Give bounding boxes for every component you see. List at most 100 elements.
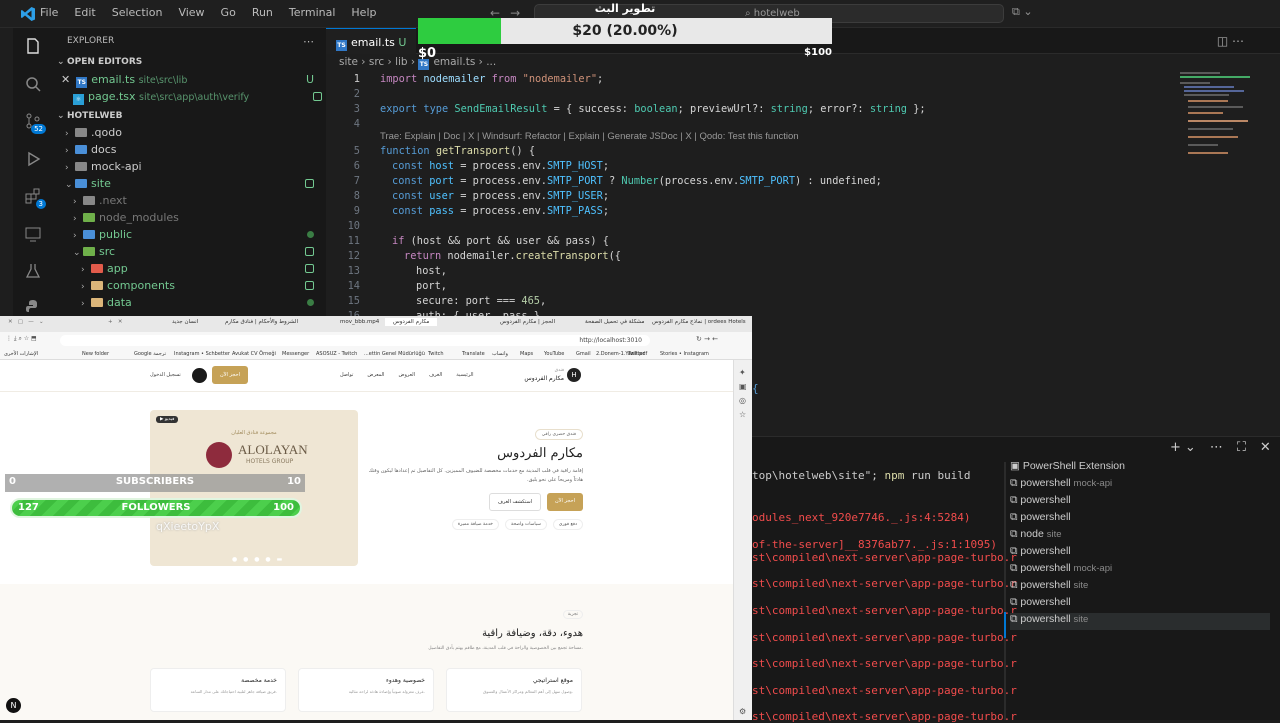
terminal-more-icon[interactable]: ⋯	[1210, 440, 1223, 455]
menu-edit[interactable]: Edit	[74, 6, 95, 19]
tree-item-node-modules[interactable]: › node_modules	[73, 209, 346, 226]
tree-item-data[interactable]: › data	[81, 294, 326, 311]
menu-help[interactable]: Help	[351, 6, 376, 19]
menu-run[interactable]: Run	[252, 6, 273, 19]
theme-toggle[interactable]	[192, 368, 207, 383]
url-input[interactable]: http://localhost:3010	[60, 335, 650, 346]
nav-gallery[interactable]: المعرض	[367, 372, 384, 378]
split-editor-icon[interactable]: ◫ ⋯	[1217, 34, 1244, 48]
bookmark[interactable]: الإشارات الأخرى	[4, 351, 38, 357]
new-terminal-button[interactable]: +	[1170, 440, 1181, 455]
tab-email-ts[interactable]: TS email.ts U	[326, 28, 416, 54]
menu-view[interactable]: View	[178, 6, 204, 19]
next-dev-indicator[interactable]: N	[6, 698, 21, 713]
terminal-dropdown-icon[interactable]: ⌄	[1185, 440, 1196, 455]
menu-terminal[interactable]: Terminal	[289, 6, 336, 19]
terminal-session-active[interactable]: ⧉ powershell site	[1010, 613, 1270, 630]
site-logo-icon[interactable]: H	[567, 368, 581, 382]
side-panel-icons[interactable]: ✦ ▣ ◎ ☆	[739, 366, 747, 422]
extensions-icon[interactable]: 3	[22, 185, 46, 209]
terminal-icon: ⧉	[1010, 613, 1021, 625]
window-controls[interactable]: ✕ ▢ — ⌄	[8, 319, 44, 325]
tree-item-next[interactable]: › .next	[73, 192, 346, 209]
browser-toolbar-icons[interactable]: ⋮ ⤓ ⌕ ☆ ⬒	[6, 335, 37, 343]
new-tab-button[interactable]: + ✕	[108, 319, 122, 325]
code-editor[interactable]: 1 2 3 4 5 6 7 8 9 10 11 12 13 14 15 16 i…	[326, 70, 1176, 322]
testing-icon[interactable]	[22, 260, 44, 282]
terminal-session[interactable]: ⧉ powershell	[1010, 545, 1270, 562]
terminal-session[interactable]: ⧉ node site	[1010, 528, 1270, 545]
tree-item-src[interactable]: ⌄ src	[73, 243, 326, 260]
bookmark[interactable]: 2.Donem-1.Yazili.pdf	[596, 351, 647, 357]
terminal-session[interactable]: ⧉ powershell	[1010, 494, 1270, 511]
minimap[interactable]	[1178, 70, 1278, 160]
book-now-button[interactable]: احجز الآن	[212, 366, 248, 384]
login-link[interactable]: تسجيل الدخول	[150, 372, 181, 378]
menu-go[interactable]: Go	[221, 6, 236, 19]
bookmark[interactable]: Google ترجمة	[134, 351, 166, 357]
bookmark[interactable]: ASOSUZ - Twitch	[316, 351, 357, 357]
browser-tab[interactable]: الحجز | مكارم الفردوس	[500, 319, 555, 325]
explore-rooms-button[interactable]: استكشف الغرف	[488, 493, 542, 511]
tree-item-app[interactable]: › app	[81, 260, 326, 277]
menu-file[interactable]: File	[40, 6, 58, 19]
terminal-icon: ⧉	[1010, 528, 1021, 540]
bookmark[interactable]: ...ettin Genel Müdürlüğü	[364, 351, 425, 357]
tree-item-site[interactable]: ⌄ site	[65, 175, 326, 192]
source-control-icon[interactable]: 52	[22, 110, 46, 134]
codelens[interactable]: Trae: Explain | Doc | X | Windsurf: Refa…	[380, 131, 799, 142]
search-icon[interactable]	[22, 73, 44, 95]
bookmark[interactable]: Translate	[462, 351, 485, 357]
bookmark[interactable]: New folder	[82, 351, 109, 357]
hero-book-button[interactable]: احجز الآن	[547, 493, 583, 511]
maximize-panel-icon[interactable]: ⛶	[1237, 440, 1246, 455]
reload-icon[interactable]: ↻ → ←	[696, 335, 718, 343]
terminal-session[interactable]: ▣ PowerShell Extension	[1010, 460, 1270, 477]
bookmark[interactable]: YouTube	[544, 351, 564, 357]
project-header[interactable]: ⌄ HOTELWEB	[57, 108, 330, 125]
browser-tab[interactable]: نماذج مكارم الفردوس | ordees Hotels	[652, 319, 746, 325]
brand-name[interactable]: مكارم الفردوس	[510, 375, 564, 382]
nav-contact[interactable]: تواصل	[340, 372, 353, 378]
run-debug-icon[interactable]	[22, 148, 44, 170]
bookmark[interactable]: Stories • Instagram	[660, 351, 709, 357]
browser-tab[interactable]: انسان جديد	[172, 319, 198, 325]
terminal-session[interactable]: ⧉ powershell	[1010, 596, 1270, 613]
more-actions-icon[interactable]: ⋯	[303, 33, 323, 50]
tree-item-mock-api[interactable]: › mock-api	[65, 158, 338, 175]
bookmark[interactable]: Instagram • Schbetter	[174, 351, 230, 357]
bookmark[interactable]: Messenger	[282, 351, 309, 357]
open-editor-page[interactable]: ⚛ page.tsx site\src\app\auth\verify	[73, 88, 326, 105]
settings-icon[interactable]: ⚙	[739, 707, 746, 716]
terminal-session[interactable]: ⧉ powershell mock-api	[1010, 477, 1270, 494]
nav-rooms[interactable]: الغرف	[429, 372, 442, 378]
bookmark[interactable]: Avukat CV Örneği	[232, 351, 276, 357]
tree-item-qodo[interactable]: › .qodo	[65, 124, 338, 141]
terminal-session[interactable]: ⧉ powershell site	[1010, 579, 1270, 596]
browser-tab[interactable]: mov_bbb.mp4	[340, 319, 379, 325]
nav-offers[interactable]: العروض	[398, 372, 415, 378]
menu-selection[interactable]: Selection	[112, 6, 163, 19]
bookmark[interactable]: واتساب	[492, 351, 508, 357]
remote-explorer-icon[interactable]	[22, 223, 44, 245]
open-editors-header[interactable]: ⌄ OPEN EDITORS	[57, 54, 330, 71]
explorer-icon[interactable]	[22, 35, 44, 57]
browser-tab[interactable]: الشروط والأحكام | فنادق مكارم	[225, 319, 298, 325]
browser-tab[interactable]: مشكلة في تحميل الصفحة	[585, 319, 644, 325]
close-panel-icon[interactable]: ✕	[1260, 440, 1271, 455]
carousel-dots[interactable]: ● ● ● ● ▬	[232, 556, 284, 563]
browser-tab-active[interactable]: مكارم الفردوس	[385, 318, 438, 326]
open-editor-email[interactable]: ✕ TS email.ts site\src\lib U	[61, 71, 326, 88]
copilot-icon[interactable]: ⧉ ⌄	[1012, 5, 1033, 19]
tree-item-public[interactable]: › public	[73, 226, 326, 243]
terminal-session[interactable]: ⧉ powershell	[1010, 511, 1270, 528]
tree-item-components[interactable]: › components	[81, 277, 326, 294]
tree-item-docs[interactable]: › docs	[65, 141, 338, 158]
bookmark[interactable]: Maps	[520, 351, 533, 357]
close-icon[interactable]: ✕	[61, 73, 70, 86]
nav-home[interactable]: الرئيسية	[456, 372, 473, 378]
python-icon[interactable]	[22, 296, 44, 318]
bookmark[interactable]: Gmail	[576, 351, 591, 357]
bookmark[interactable]: Twitch	[428, 351, 444, 357]
terminal-session[interactable]: ⧉ powershell mock-api	[1010, 562, 1270, 579]
